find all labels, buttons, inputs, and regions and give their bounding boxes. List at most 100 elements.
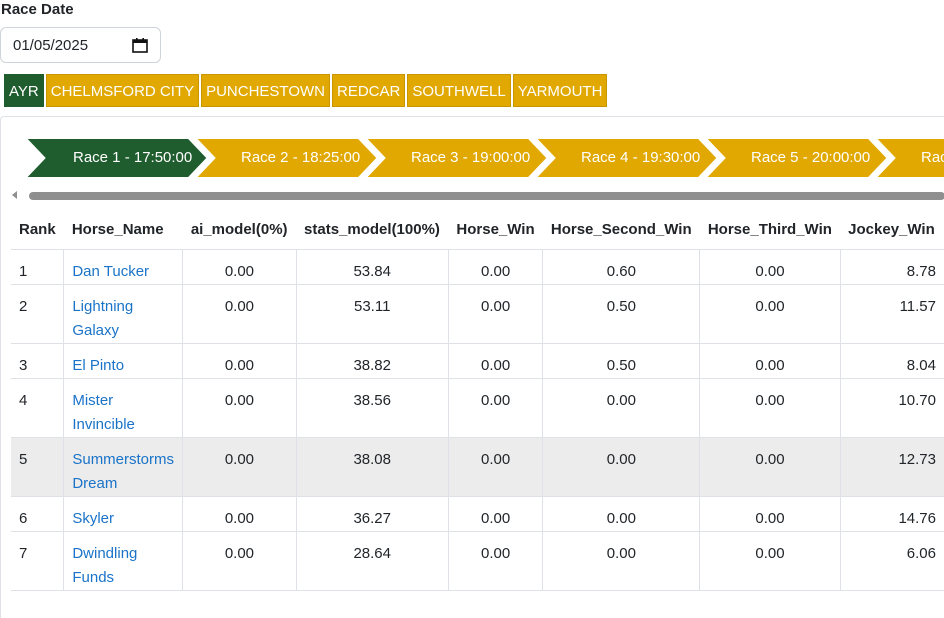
cell-third: 0.00 [699,249,841,285]
cell-jockey: 14.76 [839,496,944,532]
cell-stats: 53.84 [295,249,449,285]
table-row: 5 Summerstorms Dream 0.00 38.08 0.00 0.00 0.00… [11,437,944,497]
cell-third: 0.00 [699,437,841,497]
cell-ai: 0.00 [182,284,297,344]
horse-name-link[interactable]: El Pinto [72,357,124,374]
race-tab-1[interactable]: Race 1 - 17:50:00 [23,137,209,179]
table-row: 7 Dwindling Funds 0.00 28.64 0.00 0.00 0.00 6.0… [11,531,944,591]
column-header-jockey-win: Jockey_Win [840,209,944,250]
horse-name-link[interactable]: Dan Tucker [72,263,149,280]
cell-ai: 0.00 [182,531,297,591]
column-header-ai-model-0: ai_model(0%) [182,209,297,250]
race-tab-label: Race 2 - 18:25:00 [241,149,361,166]
cell-jockey: 8.78 [839,249,944,285]
column-header-rank: Rank [11,209,64,250]
scroll-thumb[interactable] [29,192,944,200]
table-row: 4 Mister Invincible 0.00 38.56 0.00 0.00 0.00 1… [11,378,944,438]
cell-ai: 0.00 [182,343,297,379]
horse-name-link[interactable]: Dwindling Funds [72,545,137,586]
venue-tab-ayr[interactable]: AYR [4,74,44,107]
cell-stats: 53.11 [295,284,449,344]
horse-name-link[interactable]: Skyler [72,510,114,527]
race-tab-6[interactable]: Race 6 [873,137,944,179]
cell-second: 0.60 [542,249,700,285]
cell-stats: 28.64 [295,531,449,591]
horse-name-link[interactable]: Lightning Galaxy [72,298,133,339]
race-tab-label: Race 1 - 17:50:00 [73,149,193,166]
cell-jockey: 8.04 [839,343,944,379]
cell-second: 0.00 [542,531,700,591]
cell-stats: 38.82 [295,343,449,379]
table-row: 3 El Pinto 0.00 38.82 0.00 0.50 0.00 8.04 [11,343,944,379]
venue-tab-yarmouth[interactable]: YARMOUTH [512,74,608,107]
cell-rank: 1 [11,249,64,285]
scroll-left-arrow-icon[interactable] [11,189,19,201]
venue-tab-punchestown[interactable]: PUNCHESTOWN [201,74,330,107]
cell-second: 0.00 [542,496,700,532]
horizontal-scrollbar[interactable] [11,189,944,201]
cell-second: 0.00 [542,437,700,497]
cell-horse: Mister Invincible [63,378,183,438]
cell-third: 0.00 [699,496,841,532]
cell-rank: 2 [11,284,64,344]
cell-stats: 36.27 [295,496,449,532]
column-header-horse-name: Horse_Name [63,209,183,250]
cell-jockey: 11.57 [839,284,944,344]
cell-horse: Dan Tucker [63,249,183,285]
race-tab-label: Race 5 - 20:00:00 [751,149,871,166]
cell-win: 0.00 [447,284,543,344]
column-header-stats-model-100: stats_model(100%) [296,209,449,250]
table-row: 6 Skyler 0.00 36.27 0.00 0.00 0.00 14.76 [11,496,944,532]
race-tab-label: Race 3 - 19:00:00 [411,149,531,166]
cell-win: 0.00 [447,249,543,285]
cell-win: 0.00 [447,437,543,497]
cell-jockey: 10.70 [839,378,944,438]
column-header-horse-win: Horse_Win [448,209,543,250]
cell-second: 0.50 [542,343,700,379]
race-tab-3[interactable]: Race 3 - 19:00:00 [363,137,549,179]
cell-win: 0.00 [447,531,543,591]
cell-third: 0.00 [699,531,841,591]
cell-win: 0.00 [447,378,543,438]
table-header-row: Rank Horse_Name ai_model(0%) stats_model(10… [11,209,944,250]
race-tab-4[interactable]: Race 4 - 19:30:00 [533,137,719,179]
race-tab-5[interactable]: Race 5 - 20:00:00 [703,137,889,179]
table-row: 2 Lightning Galaxy 0.00 53.11 0.00 0.50 0.00 11… [11,284,944,344]
cell-second: 0.00 [542,378,700,438]
column-header-horse-second-win: Horse_Second_Win [542,209,700,250]
cell-stats: 38.56 [295,378,449,438]
cell-ai: 0.00 [182,437,297,497]
cell-horse: El Pinto [63,343,183,379]
race-tab-label: Race 6 [921,149,944,166]
venue-tab-redcar[interactable]: REDCAR [331,74,406,107]
cell-ai: 0.00 [182,496,297,532]
venue-tabs: AYR CHELMSFORD CITY PUNCHESTOWN REDCAR SOUTH… [4,74,609,107]
table-row: 1 Dan Tucker 0.00 53.84 0.00 0.60 0.00 8.78 [11,249,944,285]
horse-name-link[interactable]: Mister Invincible [72,392,135,433]
venue-tab-southwell[interactable]: SOUTHWELL [407,74,511,107]
venue-tab-chelmsford-city[interactable]: CHELMSFORD CITY [45,74,200,107]
cell-horse: Summerstorms Dream [63,437,183,497]
race-date-input[interactable]: 01/05/2025 [0,27,161,63]
race-date-value: 01/05/2025 [13,37,89,54]
cell-stats: 38.08 [295,437,449,497]
calendar-icon[interactable] [132,38,148,53]
race-tab-2[interactable]: Race 2 - 18:25:00 [193,137,379,179]
cell-ai: 0.00 [182,378,297,438]
race-date-label: Race Date [1,1,74,18]
cell-ai: 0.00 [182,249,297,285]
cell-horse: Lightning Galaxy [63,284,183,344]
cell-third: 0.00 [699,284,841,344]
race-tabs: Race 1 - 17:50:00 Race 2 - 18:25:00 Race 3… [23,137,944,179]
race-tab-label: Race 4 - 19:30:00 [581,149,701,166]
cell-jockey: 12.73 [839,437,944,497]
horse-name-link[interactable]: Summerstorms Dream [72,451,174,492]
cell-horse: Dwindling Funds [63,531,183,591]
cell-rank: 3 [11,343,64,379]
cell-third: 0.00 [699,378,841,438]
race-panel: Race 1 - 17:50:00 Race 2 - 18:25:00 Race 3… [0,116,944,618]
column-header-horse-third-win: Horse_Third_Win [699,209,841,250]
cell-rank: 5 [11,437,64,497]
cell-jockey: 6.06 [839,531,944,591]
cell-second: 0.50 [542,284,700,344]
